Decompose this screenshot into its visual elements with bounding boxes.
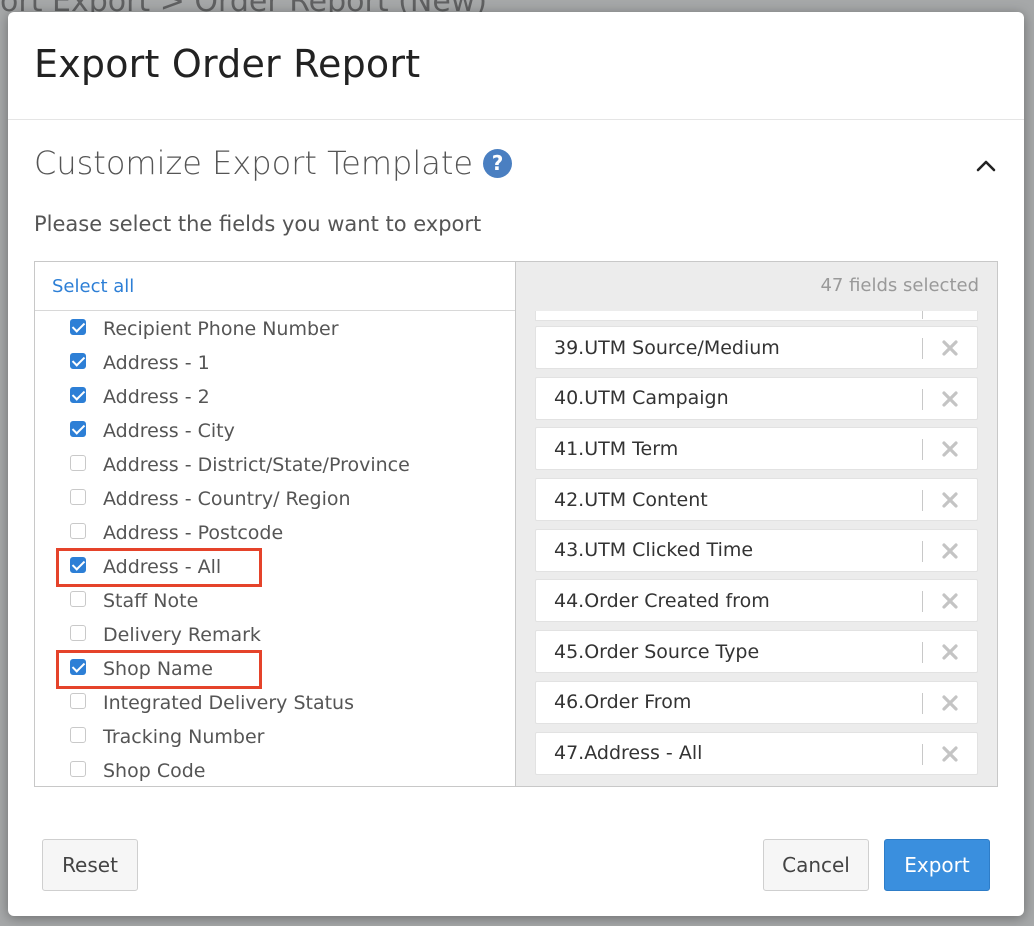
unchecked-checkbox[interactable] xyxy=(70,625,86,641)
item-separator xyxy=(922,388,923,410)
selected-field-label: 43.UTM Clicked Time xyxy=(554,539,754,562)
select-all-link[interactable]: Select all xyxy=(52,276,134,297)
item-separator xyxy=(922,642,923,664)
selected-field-label: 47.Address - All xyxy=(554,742,703,764)
unchecked-checkbox[interactable] xyxy=(70,455,86,471)
instruction-text: Please select the fields you want to exp… xyxy=(34,212,482,236)
field-row[interactable]: Address - Postcode xyxy=(35,516,515,550)
selected-list[interactable]: 39.UTM Source/Medium 40.UTM Campaign 41.UT… xyxy=(535,311,978,786)
field-label: Integrated Delivery Status xyxy=(103,692,354,714)
checked-checkbox[interactable] xyxy=(70,421,86,437)
selected-count: 47 fields selected xyxy=(820,275,979,296)
selected-field-item[interactable]: 40.UTM Campaign xyxy=(535,376,978,420)
modal-title: Export Order Report xyxy=(34,42,421,86)
selected-field-item[interactable]: 45.Order Source Type xyxy=(535,630,978,674)
field-row[interactable]: Integrated Delivery Status xyxy=(35,686,515,720)
selected-field-item[interactable]: 44.Order Created from xyxy=(535,579,978,623)
selected-field-label: 40.UTM Campaign xyxy=(554,387,729,410)
item-separator xyxy=(922,490,923,512)
field-row[interactable]: Delivery Remark xyxy=(35,618,515,652)
unchecked-checkbox[interactable] xyxy=(70,489,86,505)
close-icon[interactable] xyxy=(941,491,959,509)
field-row[interactable]: Address - City xyxy=(35,414,515,448)
field-label: Shop Code xyxy=(103,760,206,782)
unchecked-checkbox[interactable] xyxy=(70,761,86,777)
field-row[interactable]: Recipient Phone Number xyxy=(35,312,515,346)
close-icon[interactable] xyxy=(941,440,959,458)
selected-field-label: 46.Order From xyxy=(554,691,692,714)
field-picker: Select all Recipient Phone Number Address… xyxy=(34,261,998,787)
cancel-button[interactable]: Cancel xyxy=(763,839,869,891)
selected-field-item[interactable]: 42.UTM Content xyxy=(535,478,978,522)
header-divider xyxy=(8,119,1024,120)
unchecked-checkbox[interactable] xyxy=(70,591,86,607)
close-icon[interactable] xyxy=(941,339,959,357)
field-row[interactable]: Tracking Number xyxy=(35,720,515,754)
field-row[interactable]: Address - 1 xyxy=(35,346,515,380)
export-order-report-modal: Export Order Report Customize Export Tem… xyxy=(8,12,1024,916)
highlight-box xyxy=(56,548,262,587)
item-separator xyxy=(922,591,923,613)
selected-field-item[interactable]: 47.Address - All xyxy=(535,731,978,775)
unchecked-checkbox[interactable] xyxy=(70,693,86,709)
chevron-up-icon[interactable] xyxy=(974,158,998,174)
field-row[interactable]: Address - 2 xyxy=(35,380,515,414)
export-button[interactable]: Export xyxy=(884,839,990,891)
close-icon[interactable] xyxy=(941,390,959,408)
close-icon[interactable] xyxy=(941,592,959,610)
close-icon[interactable] xyxy=(941,542,959,560)
field-row[interactable]: Address - District/State/Province xyxy=(35,448,515,482)
close-icon[interactable] xyxy=(941,643,959,661)
close-icon[interactable] xyxy=(941,694,959,712)
field-row[interactable]: Staff Note xyxy=(35,584,515,618)
field-label: Address - District/State/Province xyxy=(103,454,410,476)
unchecked-checkbox[interactable] xyxy=(70,523,86,539)
item-separator xyxy=(922,439,923,461)
field-label: Tracking Number xyxy=(103,726,265,748)
available-fields-panel: Select all Recipient Phone Number Address… xyxy=(35,262,516,786)
item-separator xyxy=(922,692,923,714)
field-label: Address - 2 xyxy=(103,386,210,408)
field-row[interactable]: Address - Country/ Region xyxy=(35,482,515,516)
item-separator xyxy=(922,540,923,562)
field-label: Address - 1 xyxy=(103,352,210,374)
selected-fields-panel: 47 fields selected 39.UTM Source/Medium 4… xyxy=(516,262,997,786)
selected-field-item[interactable]: 41.UTM Term xyxy=(535,427,978,471)
reset-button[interactable]: Reset xyxy=(42,839,138,891)
field-label: Address - Country/ Region xyxy=(103,488,351,510)
selected-field-item[interactable]: 43.UTM Clicked Time xyxy=(535,528,978,572)
field-row[interactable]: Shop Code xyxy=(35,754,515,786)
selected-field-label: 44.Order Created from xyxy=(554,589,770,612)
select-all-bar: Select all xyxy=(35,262,515,311)
field-label: Delivery Remark xyxy=(103,624,261,646)
checked-checkbox[interactable] xyxy=(70,353,86,369)
item-separator xyxy=(922,743,923,765)
field-label: Staff Note xyxy=(103,590,199,612)
section-title-text: Customize Export Template xyxy=(34,144,474,182)
checked-checkbox[interactable] xyxy=(70,387,86,403)
field-label: Address - Postcode xyxy=(103,522,284,544)
question-circle-icon[interactable]: ? xyxy=(483,148,513,178)
selected-field-item[interactable]: 39.UTM Source/Medium xyxy=(535,326,978,369)
field-label: Recipient Phone Number xyxy=(103,318,339,340)
unchecked-checkbox[interactable] xyxy=(70,727,86,743)
selected-field-label: 39.UTM Source/Medium xyxy=(554,336,780,359)
close-icon[interactable] xyxy=(941,745,959,763)
selected-field-item[interactable]: 46.Order From xyxy=(535,680,978,724)
selected-field-label: 42.UTM Content xyxy=(554,488,708,511)
checked-checkbox[interactable] xyxy=(70,319,86,335)
highlight-box xyxy=(56,650,262,689)
section-title: Customize Export Template ? xyxy=(34,144,513,182)
selected-field-label: 45.Order Source Type xyxy=(554,640,760,663)
field-label: Address - City xyxy=(103,420,235,442)
item-separator xyxy=(922,338,923,359)
selected-field-label: 41.UTM Term xyxy=(554,437,679,460)
